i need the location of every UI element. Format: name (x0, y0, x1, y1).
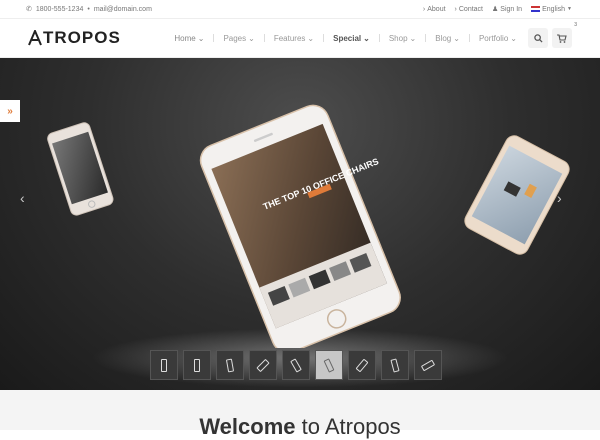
chevron-down-icon: ⌄ (363, 33, 370, 43)
chevron-down-icon: ⌄ (248, 33, 255, 43)
chevron-down-icon: ⌄ (409, 33, 417, 43)
header: TROPOS Home ⌄ Pages ⌄ Features ⌄ Special ⌄ S… (0, 19, 600, 58)
phone-thumb-icon (290, 357, 302, 373)
about-label: About (427, 5, 446, 13)
slide-thumbnail[interactable] (348, 350, 376, 380)
phone-thumb-icon (256, 358, 270, 372)
nav-pages[interactable]: Pages ⌄ (216, 34, 261, 43)
phone-thumb-icon (161, 358, 167, 372)
welcome-section: Welcome to Atropos (0, 390, 600, 439)
phone-number[interactable]: 1800-555-1234 (36, 6, 84, 13)
slide-thumbnail[interactable] (381, 350, 409, 380)
cart-icon (557, 33, 567, 43)
slide-thumbnail[interactable] (249, 350, 277, 380)
phone-thumb-icon (355, 358, 369, 372)
divider (213, 34, 215, 42)
welcome-heading: Welcome to Atropos (0, 414, 600, 440)
about-link[interactable]: › About (423, 6, 446, 13)
nav-label: Home (174, 33, 196, 43)
sign-in-label: Sign In (500, 5, 523, 13)
email-link[interactable]: mail@domain.com (94, 6, 152, 13)
contact-info: ✆ 1800-555-1234 • mail@domain.com (26, 5, 152, 14)
slider-thumbnails (150, 350, 442, 380)
slide-thumbnail[interactable] (282, 350, 310, 380)
nav-blog[interactable]: Blog ⌄ (428, 34, 467, 43)
phone-right (464, 135, 570, 255)
users-icon: ♟ (492, 6, 499, 13)
nav-label: Special (333, 33, 362, 43)
divider (323, 34, 325, 42)
chevron-down-icon: ⌄ (510, 33, 517, 43)
main-nav: Home ⌄ Pages ⌄ Features ⌄ Special ⌄ Shop ⌄ Bl… (167, 22, 577, 48)
nav-shop[interactable]: Shop ⌄ (382, 34, 423, 43)
search-button[interactable] (528, 28, 548, 48)
nav-label: Blog (435, 33, 452, 43)
us-flag-icon (531, 6, 541, 12)
chevron-down-icon: ⌄ (307, 33, 315, 43)
cart-count: 3 (574, 22, 577, 28)
arrow-icon: › (422, 5, 426, 13)
phone-main (199, 104, 401, 348)
top-links: › About › Contact ♟ Sign In English ▼ (423, 5, 572, 14)
divider (378, 34, 380, 42)
chevron-down-icon: ⌄ (453, 33, 460, 43)
divider (263, 34, 265, 42)
nav-home[interactable]: Home ⌄ (167, 34, 211, 43)
welcome-bold: Welcome (199, 414, 296, 439)
slide-thumbnail[interactable] (216, 350, 244, 380)
nav-label: Portfolio (478, 33, 509, 43)
logo-a-icon (28, 30, 42, 46)
slide-thumbnail[interactable] (150, 350, 178, 380)
phones-illustration: THE TOP 10 OFFICE CHAIRS (47, 104, 570, 348)
hero-slider[interactable]: » ‹ › THE TOP 10 OFFICE CHAIRS (0, 58, 600, 390)
nav-label: Shop (388, 33, 408, 43)
arrow-icon: › (454, 5, 457, 13)
slide-thumbnail-active[interactable] (315, 350, 343, 380)
nav-label: Features (273, 33, 306, 43)
nav-portfolio[interactable]: Portfolio ⌄ (472, 34, 524, 43)
phone-thumb-icon (420, 359, 436, 371)
language-label: English (542, 5, 566, 13)
phone-thumb-icon (225, 358, 235, 372)
separator-dot: • (87, 5, 90, 13)
phone-icon: ✆ (26, 6, 32, 13)
slide-thumbnail[interactable] (183, 350, 211, 380)
welcome-rest: to Atropos (295, 414, 401, 439)
chevron-down-icon: ⌄ (197, 33, 205, 43)
search-icon (533, 33, 543, 43)
nav-special[interactable]: Special ⌄ (326, 34, 377, 43)
slide-thumbnail[interactable] (414, 350, 442, 380)
phone-thumb-icon (194, 358, 200, 372)
top-bar: ✆ 1800-555-1234 • mail@domain.com › About… (0, 0, 600, 19)
divider (468, 34, 470, 42)
contact-label: Contact (458, 5, 483, 13)
brand-name: TROPOS (43, 28, 121, 47)
divider (425, 34, 427, 42)
cart-button[interactable]: 3 (552, 22, 577, 48)
phone-thumb-icon (390, 357, 400, 373)
phone-left (47, 122, 114, 216)
phone-thumb-icon (323, 357, 335, 373)
nav-label: Pages (223, 33, 247, 43)
nav-features[interactable]: Features ⌄ (267, 34, 321, 43)
contact-link[interactable]: › Contact (455, 6, 483, 13)
language-selector[interactable]: English ▼ (531, 6, 572, 13)
caret-down-icon: ▼ (567, 6, 572, 12)
logo[interactable]: TROPOS (28, 28, 121, 48)
sign-in-link[interactable]: ♟ Sign In (492, 5, 523, 14)
